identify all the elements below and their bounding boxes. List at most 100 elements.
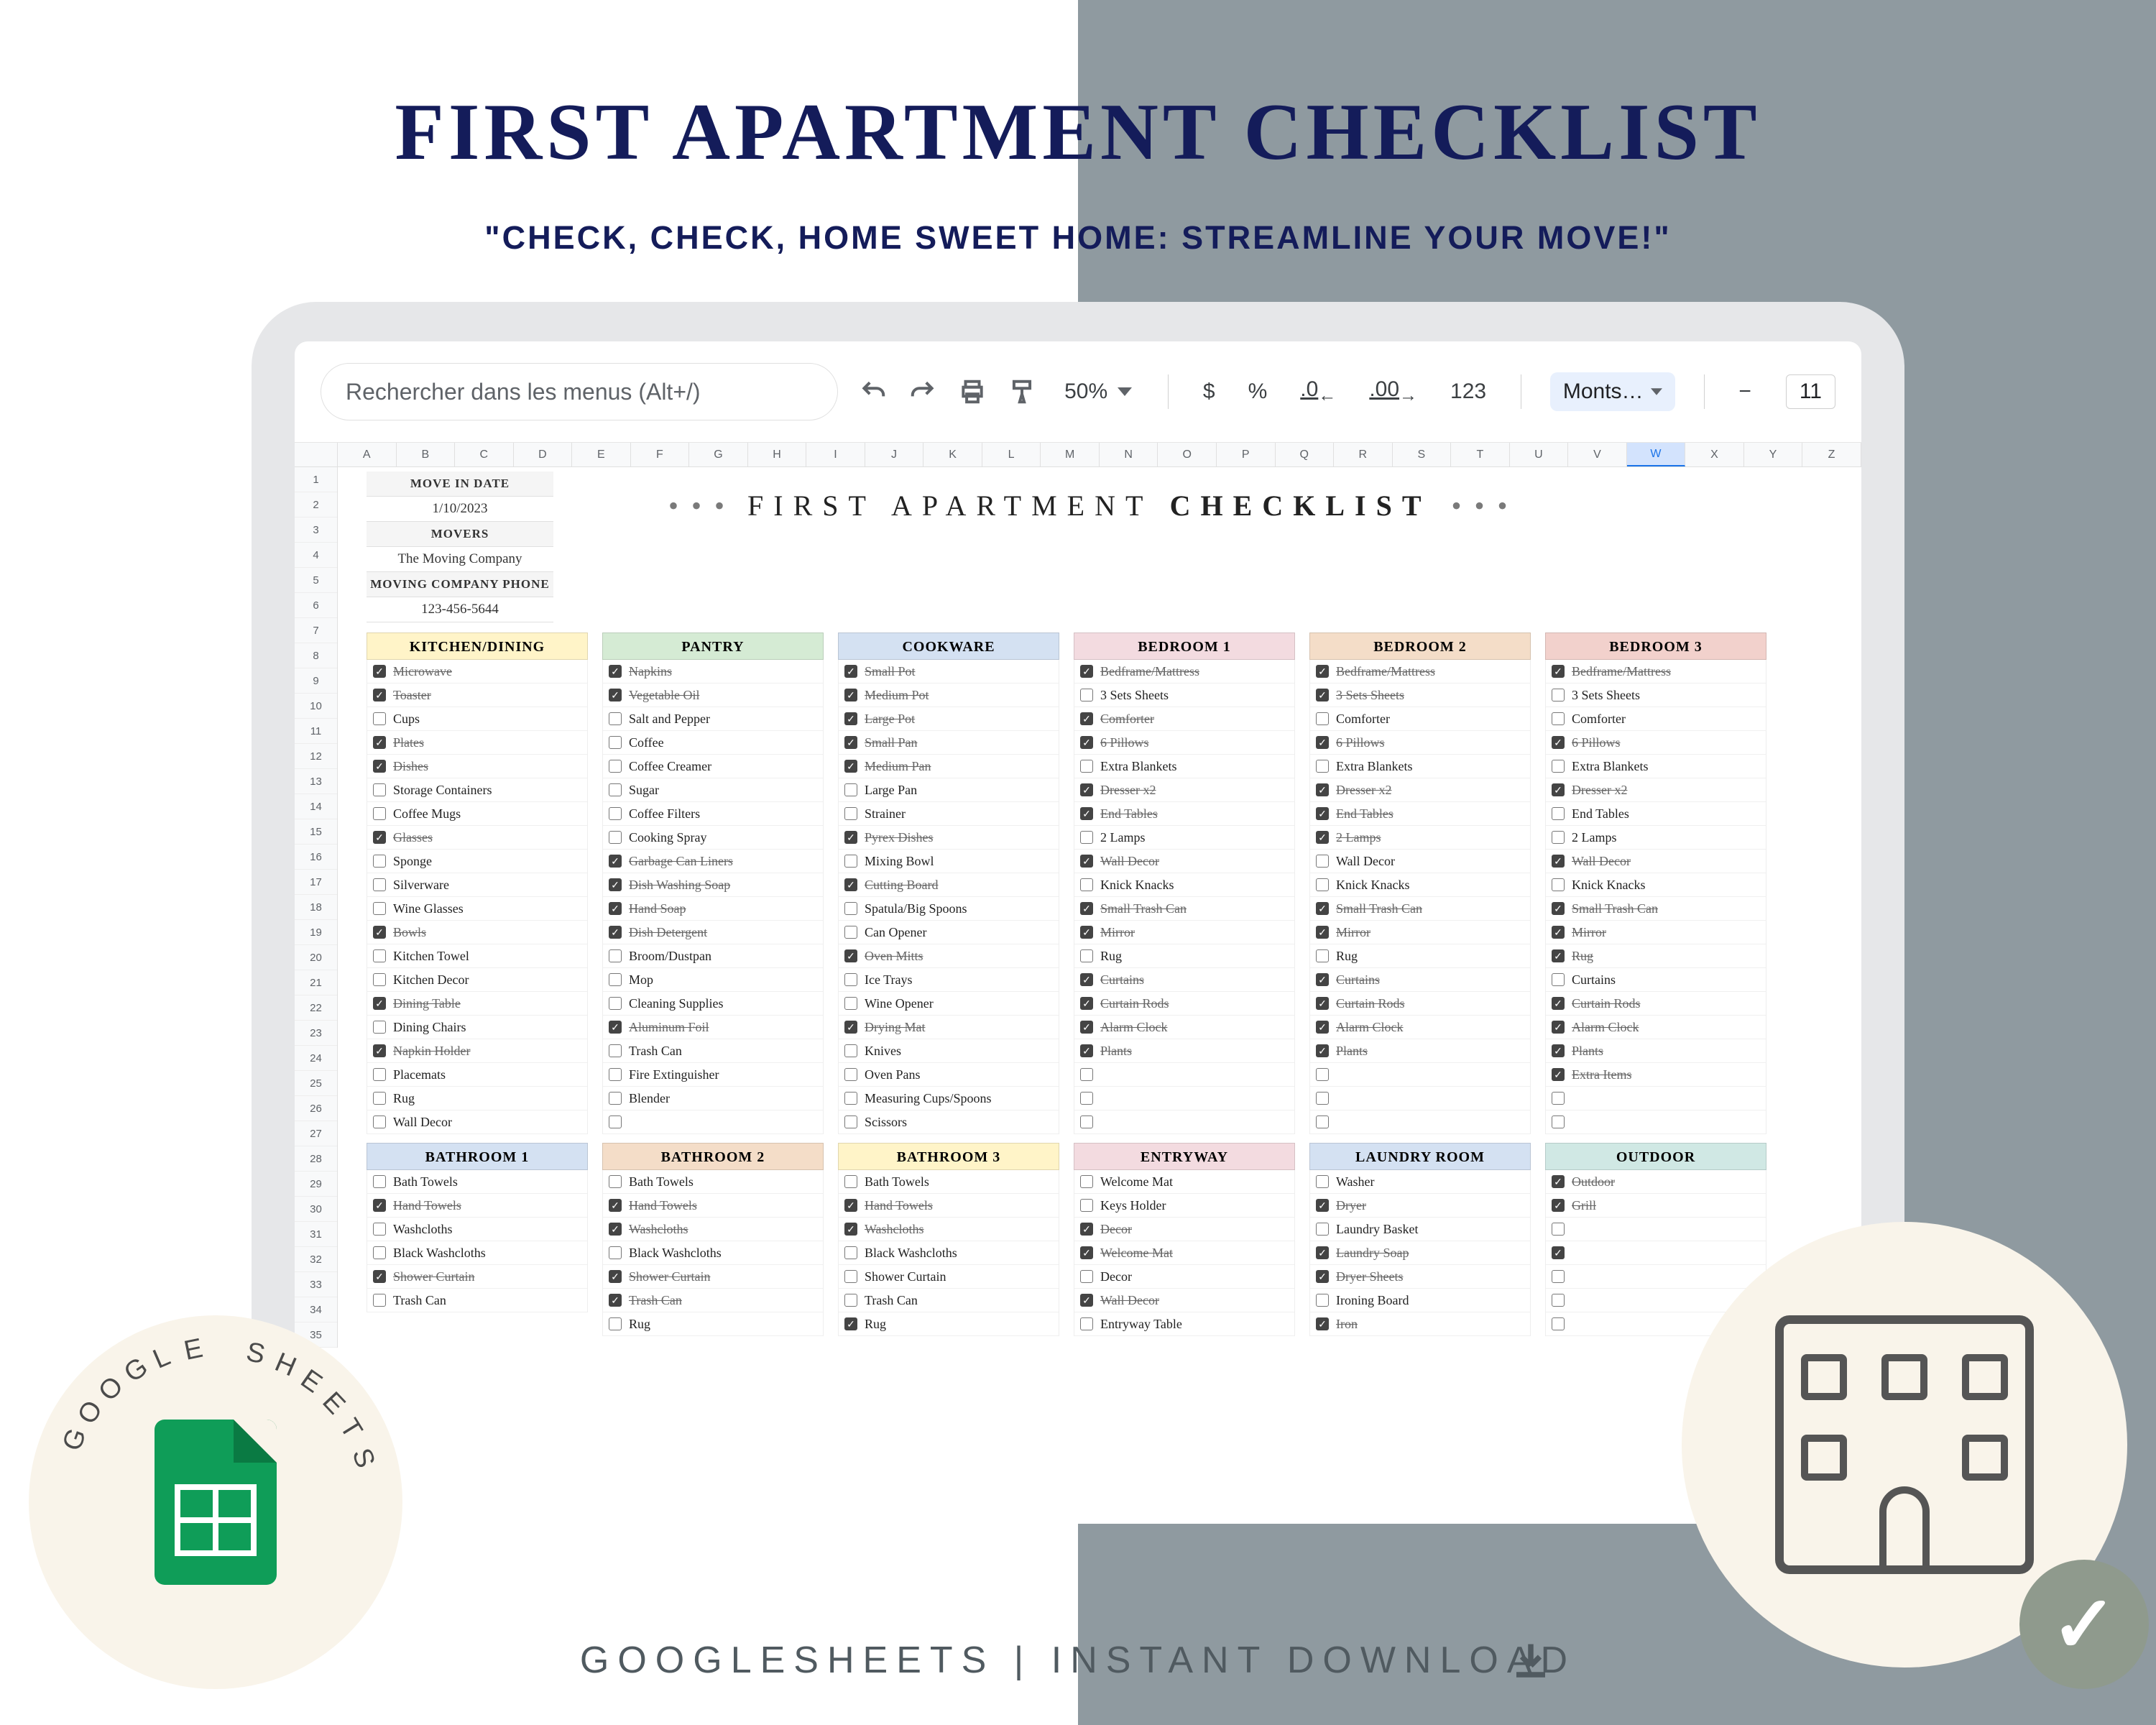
checkbox[interactable] <box>1080 1294 1093 1307</box>
checklist-item[interactable]: Ice Trays <box>839 968 1059 992</box>
checklist-item[interactable]: Decor <box>1074 1265 1294 1289</box>
checkbox[interactable] <box>373 1175 386 1188</box>
checklist-item[interactable]: Alarm Clock <box>1310 1016 1530 1039</box>
col-header-Y[interactable]: Y <box>1744 443 1803 466</box>
checklist-item[interactable]: Bath Towels <box>367 1170 587 1194</box>
checkbox[interactable] <box>373 1116 386 1128</box>
checklist-item[interactable]: Fire Extinguisher <box>603 1063 823 1087</box>
checklist-item[interactable]: Curtain Rods <box>1310 992 1530 1016</box>
select-all-corner[interactable] <box>295 443 338 466</box>
col-header-V[interactable]: V <box>1568 443 1627 466</box>
col-header-F[interactable]: F <box>631 443 690 466</box>
checklist-item[interactable]: Laundry Basket <box>1310 1218 1530 1241</box>
checkbox[interactable] <box>844 689 857 702</box>
checkbox[interactable] <box>844 1223 857 1236</box>
checklist-item[interactable] <box>1546 1110 1766 1134</box>
checklist-item[interactable]: Decor <box>1074 1218 1294 1241</box>
checklist-item[interactable]: Alarm Clock <box>1074 1016 1294 1039</box>
checkbox[interactable] <box>1080 783 1093 796</box>
checklist-item[interactable]: Small Trash Can <box>1074 897 1294 921</box>
checklist-item[interactable]: Rug <box>839 1312 1059 1336</box>
row-header[interactable]: 32 <box>295 1247 337 1272</box>
checklist-item[interactable]: Strainer <box>839 802 1059 826</box>
checkbox[interactable] <box>373 1246 386 1259</box>
checkbox[interactable] <box>1080 1092 1093 1105</box>
checkbox[interactable] <box>1316 1199 1329 1212</box>
checklist-item[interactable]: 2 Lamps <box>1074 826 1294 850</box>
checklist-item[interactable]: Mirror <box>1546 921 1766 944</box>
checklist-item[interactable]: Washcloths <box>367 1218 587 1241</box>
checklist-item[interactable]: Shower Curtain <box>839 1265 1059 1289</box>
checkbox[interactable] <box>609 1294 622 1307</box>
checklist-item[interactable]: Wall Decor <box>367 1110 587 1134</box>
checkbox[interactable] <box>844 855 857 868</box>
col-header-K[interactable]: K <box>923 443 982 466</box>
currency-button[interactable]: $ <box>1197 380 1221 404</box>
row-header[interactable]: 19 <box>295 920 337 945</box>
checkbox[interactable] <box>844 1317 857 1330</box>
checkbox[interactable] <box>1080 1246 1093 1259</box>
meta-value[interactable]: 123-456-5644 <box>367 597 553 622</box>
checklist-item[interactable]: Outdoor <box>1546 1170 1766 1194</box>
checklist-item[interactable]: Wine Opener <box>839 992 1059 1016</box>
checkbox[interactable] <box>1316 1175 1329 1188</box>
checkbox[interactable] <box>373 949 386 962</box>
row-header[interactable]: 22 <box>295 995 337 1021</box>
checkbox[interactable] <box>844 1175 857 1188</box>
checklist-item[interactable]: Plants <box>1546 1039 1766 1063</box>
row-header[interactable]: 12 <box>295 744 337 769</box>
checklist-item[interactable]: Bath Towels <box>839 1170 1059 1194</box>
checklist-item[interactable]: Storage Containers <box>367 778 587 802</box>
checklist-item[interactable]: Keys Holder <box>1074 1194 1294 1218</box>
checkbox[interactable] <box>609 1068 622 1081</box>
checklist-item[interactable]: Dryer <box>1310 1194 1530 1218</box>
checklist-item[interactable]: Entryway Table <box>1074 1312 1294 1336</box>
row-header[interactable]: 4 <box>295 543 337 568</box>
checkbox[interactable] <box>609 831 622 844</box>
col-header-D[interactable]: D <box>514 443 573 466</box>
row-header[interactable]: 31 <box>295 1222 337 1247</box>
checklist-item[interactable]: Toaster <box>367 684 587 707</box>
checklist-item[interactable]: Comforter <box>1310 707 1530 731</box>
checklist-item[interactable]: Plants <box>1074 1039 1294 1063</box>
checkbox[interactable] <box>609 1317 622 1330</box>
row-header[interactable]: 23 <box>295 1021 337 1046</box>
checkbox[interactable] <box>1316 949 1329 962</box>
checklist-item[interactable]: Glasses <box>367 826 587 850</box>
checklist-item[interactable]: Comforter <box>1546 707 1766 731</box>
checklist-item[interactable]: End Tables <box>1310 802 1530 826</box>
checklist-item[interactable]: Dining Chairs <box>367 1016 587 1039</box>
checkbox[interactable] <box>1552 855 1565 868</box>
checklist-item[interactable]: Black Washcloths <box>839 1241 1059 1265</box>
checklist-item[interactable]: Kitchen Decor <box>367 968 587 992</box>
checklist-item[interactable]: Dresser x2 <box>1310 778 1530 802</box>
checklist-item[interactable]: Sponge <box>367 850 587 873</box>
checkbox[interactable] <box>609 783 622 796</box>
checklist-item[interactable]: Shower Curtain <box>367 1265 587 1289</box>
checkbox[interactable] <box>1552 1068 1565 1081</box>
checklist-item[interactable]: End Tables <box>1074 802 1294 826</box>
checklist-item[interactable]: Curtains <box>1546 968 1766 992</box>
checklist-item[interactable]: Bedframe/Mattress <box>1074 660 1294 684</box>
checklist-item[interactable]: Oven Pans <box>839 1063 1059 1087</box>
checklist-item[interactable]: Coffee Mugs <box>367 802 587 826</box>
print-button[interactable] <box>959 373 987 410</box>
row-header[interactable]: 28 <box>295 1146 337 1172</box>
row-header[interactable]: 30 <box>295 1197 337 1222</box>
checklist-item[interactable]: Hand Towels <box>367 1194 587 1218</box>
checklist-item[interactable]: Cleaning Supplies <box>603 992 823 1016</box>
col-header-G[interactable]: G <box>689 443 748 466</box>
checkbox[interactable] <box>1080 689 1093 702</box>
checkbox[interactable] <box>844 1021 857 1034</box>
col-header-N[interactable]: N <box>1100 443 1158 466</box>
font-size-input[interactable]: 11 <box>1786 374 1835 409</box>
checkbox[interactable] <box>1552 760 1565 773</box>
paint-format-button[interactable] <box>1008 373 1036 410</box>
checklist-item[interactable]: Washer <box>1310 1170 1530 1194</box>
checklist-item[interactable]: Bedframe/Mattress <box>1546 660 1766 684</box>
checklist-item[interactable] <box>1310 1087 1530 1110</box>
checklist-item[interactable]: Dishes <box>367 755 587 778</box>
checkbox[interactable] <box>1316 878 1329 891</box>
checkbox[interactable] <box>1552 831 1565 844</box>
checkbox[interactable] <box>609 807 622 820</box>
